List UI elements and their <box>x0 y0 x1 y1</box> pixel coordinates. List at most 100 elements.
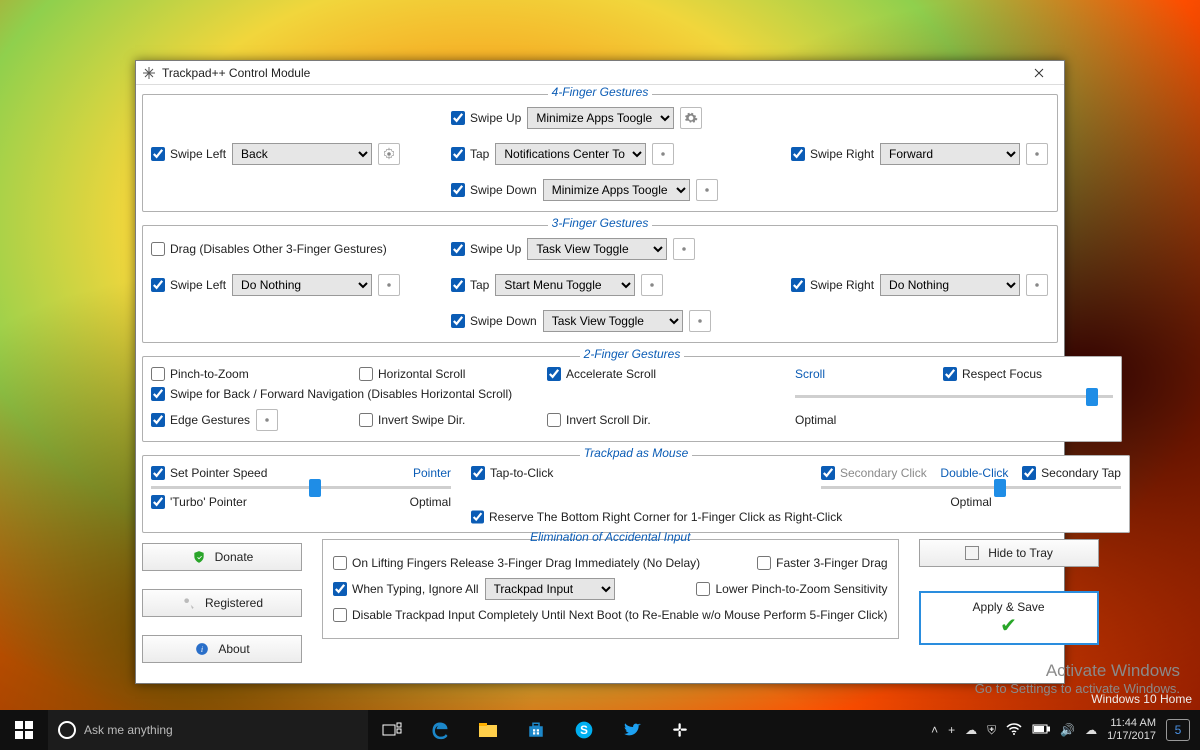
desktop: Trackpad++ Control Module 4-Finger Gestu… <box>0 0 1200 750</box>
group-eai-title: Elimination of Accidental Input <box>333 530 888 544</box>
group-4finger-title: 4-Finger Gestures <box>548 85 653 99</box>
taskbar-edge[interactable] <box>416 710 464 750</box>
gear-icon[interactable] <box>256 409 278 431</box>
chk-ignore-typing[interactable]: When Typing, Ignore All <box>333 582 479 596</box>
gear-icon[interactable] <box>1026 143 1048 165</box>
sel-4f-swipedown[interactable]: Minimize Apps Toogle <box>543 179 690 201</box>
sel-4f-tap[interactable]: Notifications Center To <box>495 143 646 165</box>
task-view-button[interactable] <box>368 710 416 750</box>
tray-shield-icon[interactable]: ⛨ <box>987 723 996 738</box>
chk-disable-boot[interactable]: Disable Trackpad Input Completely Until … <box>333 608 888 622</box>
taskbar-store[interactable] <box>512 710 560 750</box>
label-optimal: Optimal <box>795 413 915 427</box>
slider-dblclick[interactable] <box>821 486 1121 489</box>
chk-3f-swipeleft[interactable]: Swipe Left <box>151 278 226 292</box>
hide-tray-button[interactable]: Hide to Tray <box>919 539 1099 567</box>
cortana-icon <box>58 721 76 739</box>
group-4finger: 4-Finger Gestures Swipe Up Minimize Apps… <box>142 87 1058 212</box>
chk-lower-pinch[interactable]: Lower Pinch-to-Zoom Sensitivity <box>696 582 887 596</box>
tray-onedrive-icon[interactable]: ☁ <box>965 723 977 737</box>
system-tray[interactable]: ˄ + ☁ ⛨ 🔊 ☁ 11:44 AM 1/17/2017 5 <box>921 717 1200 742</box>
chk-hscroll[interactable]: Horizontal Scroll <box>359 367 519 381</box>
taskbar-skype[interactable]: S <box>560 710 608 750</box>
chk-turbo[interactable]: 'Turbo' Pointer <box>151 495 247 509</box>
titlebar[interactable]: Trackpad++ Control Module <box>136 61 1064 85</box>
chk-4f-swipeup[interactable]: Swipe Up <box>451 111 521 125</box>
taskbar-twitter[interactable] <box>608 710 656 750</box>
chk-release-drag[interactable]: On Lifting Fingers Release 3-Finger Drag… <box>333 556 700 570</box>
gear-icon[interactable] <box>673 238 695 260</box>
action-center-button[interactable]: 5 <box>1166 719 1190 741</box>
info-icon: i <box>194 641 210 657</box>
group-trackpad-mouse-title: Trackpad as Mouse <box>580 446 693 460</box>
tray-wifi-icon[interactable] <box>1006 723 1022 738</box>
tray-chevron-icon[interactable]: ˄ <box>931 723 938 737</box>
sel-3f-swipedown[interactable]: Task View Toggle <box>543 310 683 332</box>
chk-respect[interactable]: Respect Focus <box>943 367 1113 381</box>
gear-icon[interactable] <box>1026 274 1048 296</box>
gear-icon[interactable] <box>689 310 711 332</box>
client-area: 4-Finger Gestures Swipe Up Minimize Apps… <box>136 85 1064 669</box>
group-trackpad-mouse: Trackpad as Mouse Set Pointer Speed Poin… <box>142 448 1130 533</box>
chk-faster-drag[interactable]: Faster 3-Finger Drag <box>757 556 887 570</box>
key-icon <box>181 595 197 611</box>
chk-3f-drag[interactable]: Drag (Disables Other 3-Finger Gestures) <box>151 242 387 256</box>
chk-3f-tap[interactable]: Tap <box>451 278 489 292</box>
start-button[interactable] <box>0 710 48 750</box>
window-title: Trackpad++ Control Module <box>162 66 1020 80</box>
sel-4f-swipeup[interactable]: Minimize Apps Toogle <box>527 107 674 129</box>
search-box[interactable]: Ask me anything <box>48 710 368 750</box>
chk-3f-swipedown[interactable]: Swipe Down <box>451 314 537 328</box>
close-button[interactable] <box>1020 62 1058 84</box>
app-icon <box>142 66 156 80</box>
gear-icon[interactable] <box>652 143 674 165</box>
chk-accel[interactable]: Accelerate Scroll <box>547 367 767 381</box>
gear-icon[interactable] <box>378 274 400 296</box>
tray-clock[interactable]: 11:44 AM 1/17/2017 <box>1107 717 1156 742</box>
search-placeholder: Ask me anything <box>84 723 173 737</box>
sel-ignore-typing[interactable]: Trackpad Input <box>485 578 615 600</box>
group-eai: Elimination of Accidental Input On Lifti… <box>322 539 899 639</box>
gear-icon[interactable] <box>378 143 400 165</box>
chk-4f-tap[interactable]: Tap <box>451 147 489 161</box>
chk-pinch[interactable]: Pinch-to-Zoom <box>151 367 331 381</box>
link-scroll[interactable]: Scroll <box>795 367 915 381</box>
taskbar: Ask me anything S ˄ + ☁ ⛨ 🔊 ☁ 11:44 AM 1… <box>0 710 1200 750</box>
tray-icon <box>964 545 980 561</box>
sel-3f-tap[interactable]: Start Menu Toggle <box>495 274 635 296</box>
slider-scroll[interactable] <box>795 395 1113 398</box>
gear-icon[interactable] <box>696 179 718 201</box>
windows-icon <box>15 721 33 739</box>
chk-reserve[interactable]: Reserve The Bottom Right Corner for 1-Fi… <box>471 510 801 524</box>
tray-cloud-icon[interactable]: ☁ <box>1085 723 1097 737</box>
chk-invscroll[interactable]: Invert Scroll Dir. <box>547 413 767 427</box>
sel-3f-swipeleft[interactable]: Do Nothing <box>232 274 372 296</box>
group-3finger-title: 3-Finger Gestures <box>548 216 653 230</box>
chk-4f-swipedown[interactable]: Swipe Down <box>451 183 537 197</box>
donate-button[interactable]: Donate <box>142 543 302 571</box>
chk-swipenav[interactable]: Swipe for Back / Forward Navigation (Dis… <box>151 387 767 401</box>
sel-3f-swiperight[interactable]: Do Nothing <box>880 274 1020 296</box>
tray-volume-icon[interactable]: 🔊 <box>1060 723 1075 737</box>
apply-save-button[interactable]: Apply & Save ✔ <box>919 591 1099 645</box>
gear-icon[interactable] <box>680 107 702 129</box>
registered-button[interactable]: Registered <box>142 589 302 617</box>
taskbar-slack[interactable] <box>656 710 704 750</box>
chk-edge[interactable]: Edge Gestures <box>151 413 250 427</box>
chk-3f-swipeup[interactable]: Swipe Up <box>451 242 521 256</box>
chk-tapclick[interactable]: Tap-to-Click <box>471 466 801 480</box>
chk-3f-swiperight[interactable]: Swipe Right <box>791 278 874 292</box>
chk-invswipe[interactable]: Invert Swipe Dir. <box>359 413 519 427</box>
check-icon: ✔ <box>1000 616 1017 636</box>
about-button[interactable]: iAbout <box>142 635 302 663</box>
gear-icon[interactable] <box>641 274 663 296</box>
sel-3f-swipeup[interactable]: Task View Toggle <box>527 238 667 260</box>
tray-add-icon[interactable]: + <box>948 723 955 737</box>
slider-pointer[interactable] <box>151 486 451 489</box>
sel-4f-swiperight[interactable]: Forward <box>880 143 1020 165</box>
chk-4f-swipeleft[interactable]: Swipe Left <box>151 147 226 161</box>
taskbar-explorer[interactable] <box>464 710 512 750</box>
tray-battery-icon[interactable] <box>1032 723 1050 737</box>
chk-4f-swiperight[interactable]: Swipe Right <box>791 147 874 161</box>
sel-4f-swipeleft[interactable]: Back <box>232 143 372 165</box>
